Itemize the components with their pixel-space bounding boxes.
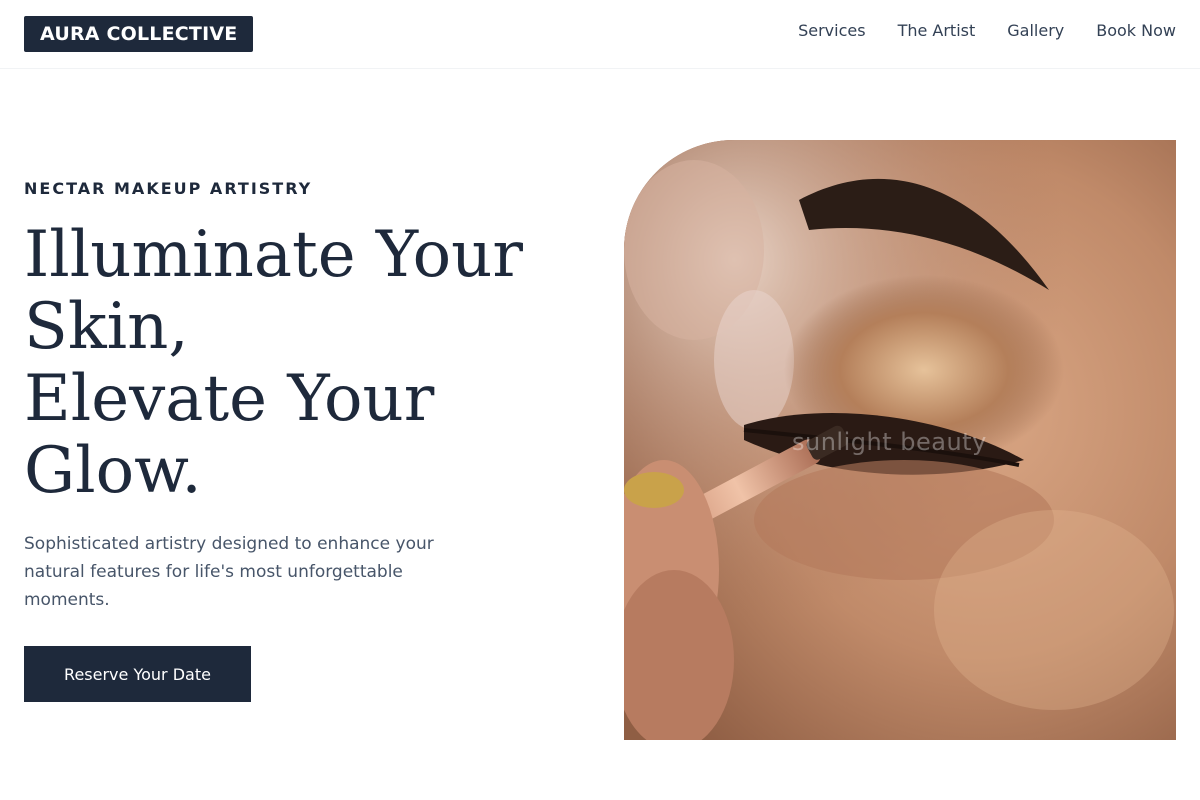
reserve-date-button[interactable]: Reserve Your Date xyxy=(24,646,251,702)
hero-image: sunlight beauty xyxy=(624,140,1176,740)
logo[interactable]: AURA COLLECTIVE xyxy=(24,16,254,52)
headline-line-2: Skin, xyxy=(24,290,189,364)
image-watermark: sunlight beauty xyxy=(792,428,987,456)
headline-line-4: Glow. xyxy=(24,434,202,508)
nav-link-the-artist[interactable]: The Artist xyxy=(898,19,976,43)
nav-link-gallery[interactable]: Gallery xyxy=(1007,19,1064,43)
nav-link-services[interactable]: Services xyxy=(798,19,865,43)
hero-description: Sophisticated artistry designed to enhan… xyxy=(24,534,434,610)
headline-line-3: Elevate Your xyxy=(24,362,435,436)
headline-line-1: Illuminate Your xyxy=(24,218,523,292)
site-header: AURA COLLECTIVE Services The Artist Gall… xyxy=(0,0,1200,69)
hero-eyebrow: NECTAR MAKEUP ARTISTRY xyxy=(24,179,313,198)
nav-link-book-now[interactable]: Book Now xyxy=(1096,19,1176,43)
main-nav: Services The Artist Gallery Book Now xyxy=(798,19,1176,43)
hero-headline: Illuminate Your Skin, Elevate Your Glow. xyxy=(24,219,544,507)
